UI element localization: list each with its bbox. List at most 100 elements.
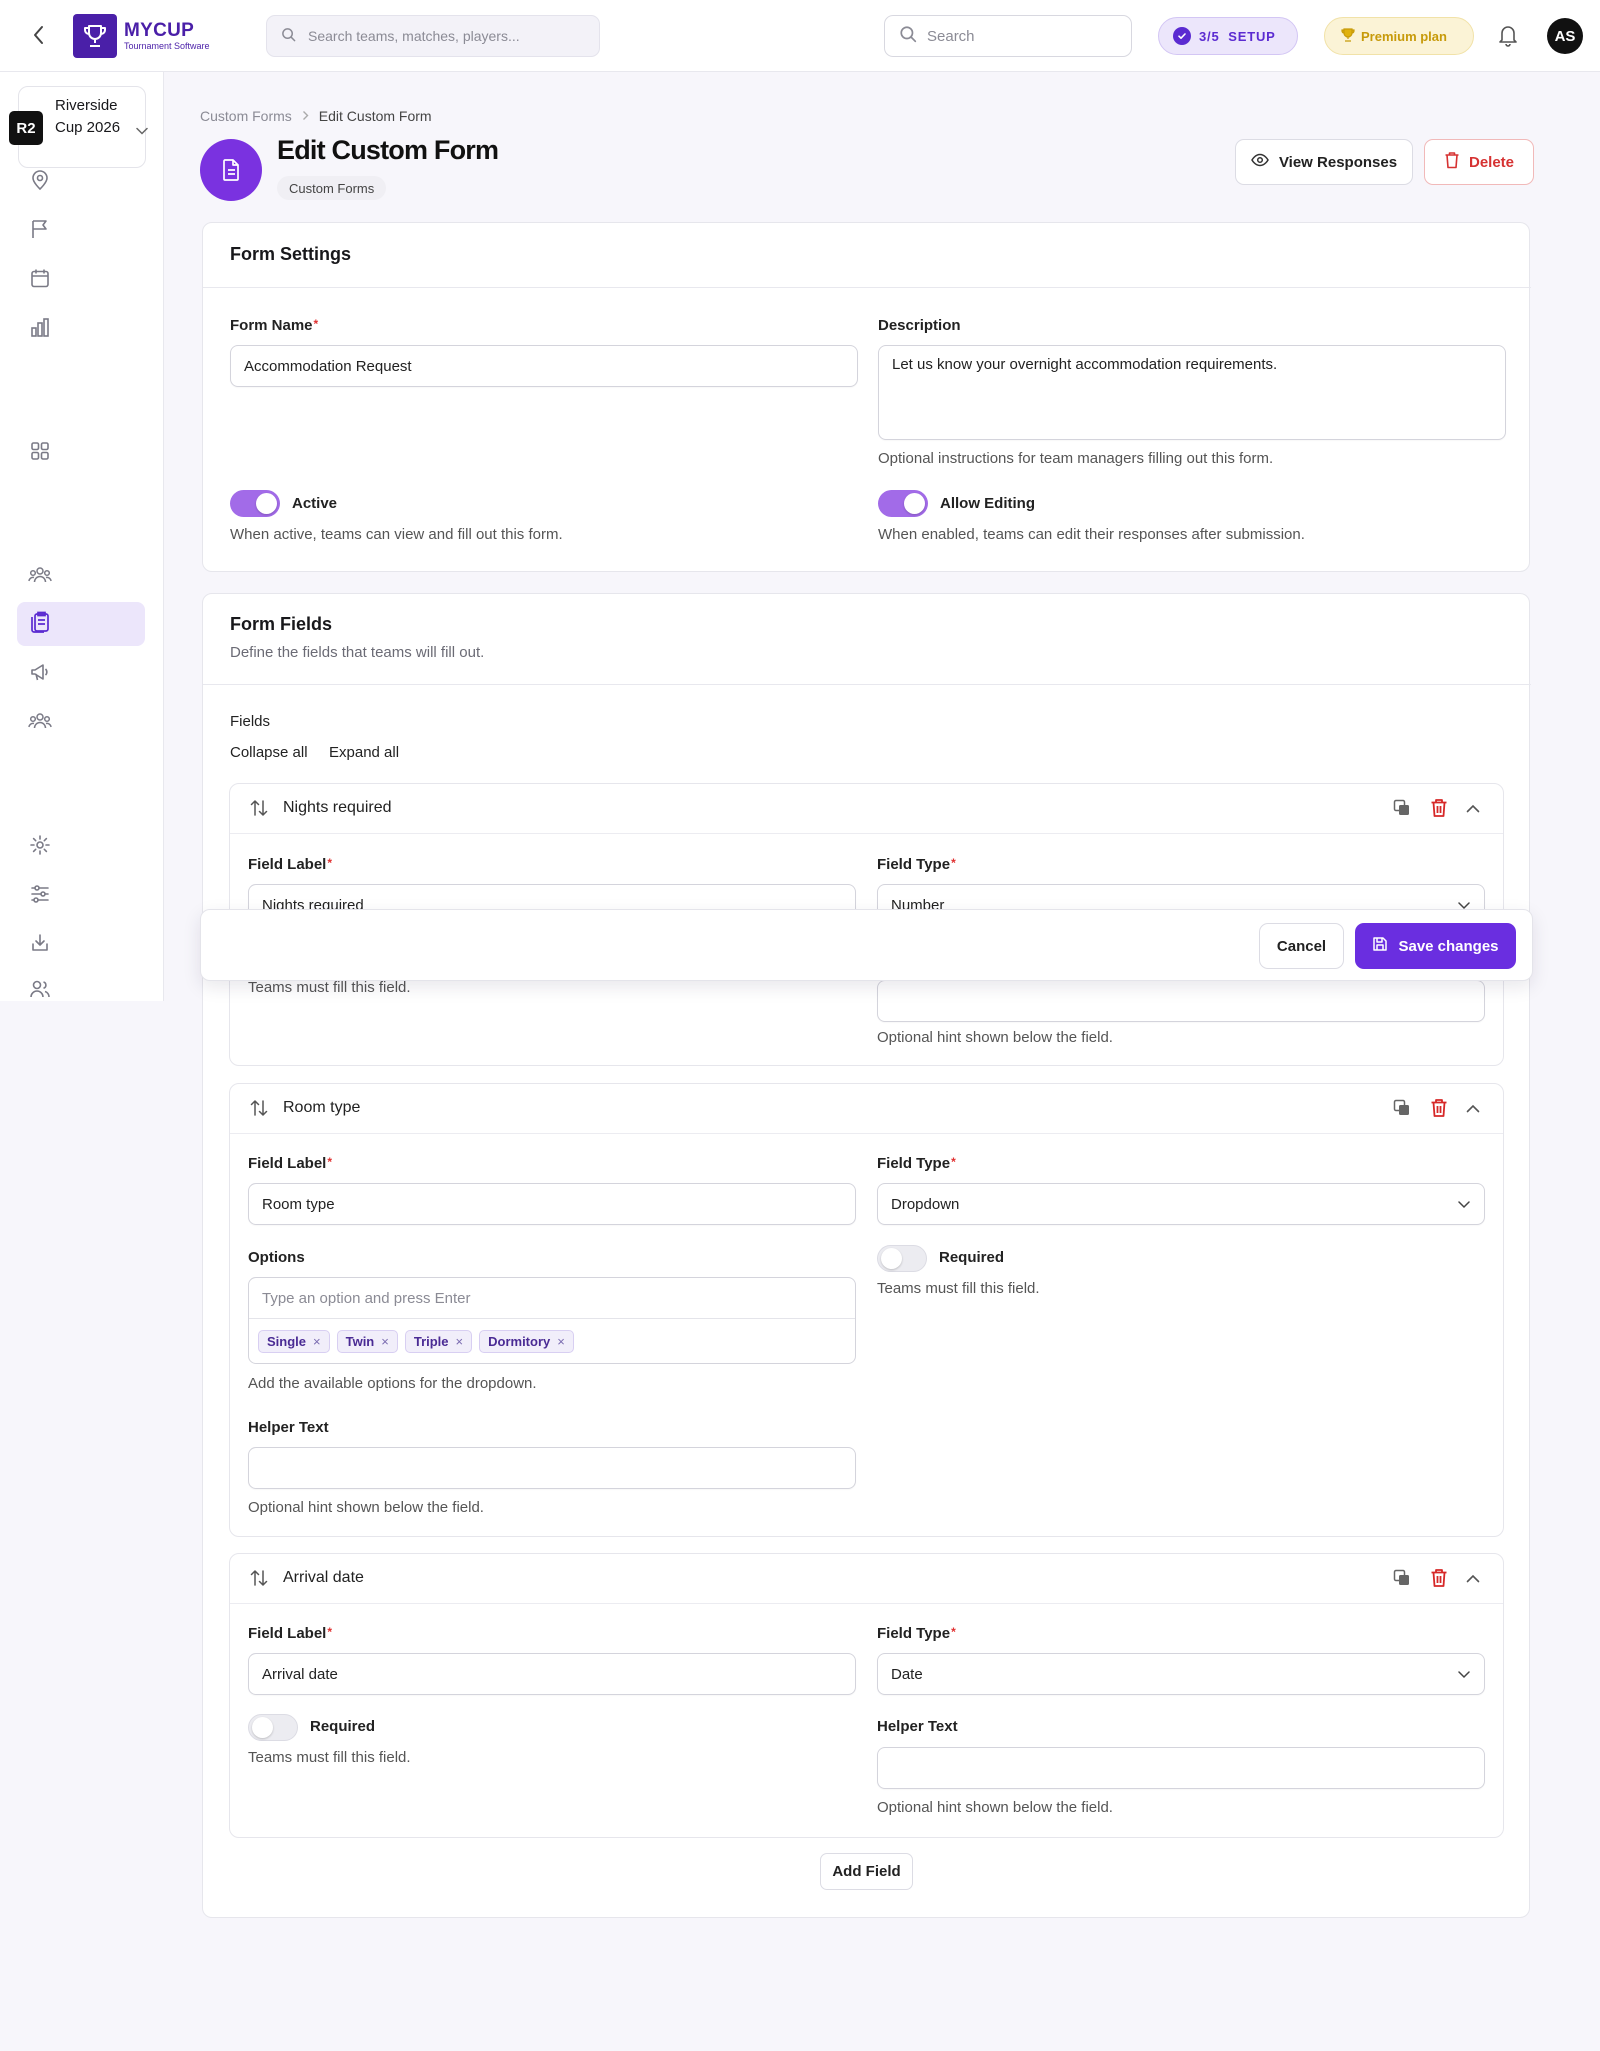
allow-editing-toggle[interactable] <box>878 490 928 517</box>
back-icon[interactable] <box>26 22 52 48</box>
add-field-button[interactable]: Add Field <box>820 1853 913 1890</box>
field-card-room-type: Room type Field Label* Room type Field T… <box>229 1083 1504 1537</box>
reorder-icon[interactable] <box>249 1098 269 1123</box>
field-card-arrival-date: Arrival date Field Label* Arrival date F… <box>229 1553 1504 1838</box>
form-settings-title: Form Settings <box>230 244 352 264</box>
fields-heading: Fields <box>230 713 271 730</box>
premium-plan-button[interactable]: Premium plan <box>1324 17 1474 55</box>
close-icon[interactable]: × <box>456 1334 464 1349</box>
trash-icon[interactable] <box>1430 1098 1448 1123</box>
close-icon[interactable]: × <box>557 1334 565 1349</box>
allow-editing-hint: When enabled, teams can edit their respo… <box>878 526 1305 543</box>
trash-icon[interactable] <box>1430 1568 1448 1593</box>
required-hint: Teams must fill this field. <box>248 979 411 996</box>
teams-icon[interactable] <box>17 557 63 593</box>
field-type-select[interactable]: Dropdown <box>877 1183 1485 1225</box>
close-icon[interactable]: × <box>381 1334 389 1349</box>
field-label-input[interactable]: Room type <box>248 1183 856 1225</box>
required-toggle[interactable] <box>877 1245 927 1272</box>
required-toggle[interactable] <box>248 1714 298 1741</box>
required-label: Required <box>939 1249 1005 1266</box>
search-input[interactable]: Search <box>884 15 1132 57</box>
duplicate-icon[interactable] <box>1393 1569 1411 1592</box>
save-icon <box>1372 936 1388 956</box>
groups-icon[interactable] <box>17 703 63 739</box>
brand-subtitle: Tournament Software <box>124 40 210 51</box>
delete-button[interactable]: Delete <box>1424 139 1534 185</box>
chevron-up-icon[interactable] <box>1466 1100 1480 1118</box>
global-search-input[interactable]: Search teams, matches, players... <box>266 15 600 57</box>
field-label-label: Field Label* <box>248 1625 333 1642</box>
field-type-select[interactable]: Date <box>877 1653 1485 1695</box>
trash-icon[interactable] <box>1430 798 1448 823</box>
logo[interactable]: MYCUP Tournament Software <box>73 14 210 58</box>
close-icon[interactable]: × <box>313 1334 321 1349</box>
helper-text-label: Helper Text <box>248 1419 329 1436</box>
duplicate-icon[interactable] <box>1393 799 1411 822</box>
map-pin-icon[interactable] <box>17 162 63 198</box>
bell-icon[interactable] <box>1497 23 1519 52</box>
duplicate-icon[interactable] <box>1393 1099 1411 1122</box>
form-fields-subtitle: Define the fields that teams will fill o… <box>230 644 485 661</box>
megaphone-icon[interactable] <box>17 654 63 690</box>
users-icon[interactable] <box>17 972 63 1000</box>
options-hint: Add the available options for the dropdo… <box>248 1375 537 1392</box>
reorder-icon[interactable] <box>249 798 269 823</box>
form-name-label: Form Name* <box>230 317 319 334</box>
save-label: Save changes <box>1398 937 1499 955</box>
global-search-placeholder: Search teams, matches, players... <box>308 28 520 44</box>
calendar-icon[interactable] <box>17 260 63 296</box>
download-icon[interactable] <box>17 925 63 961</box>
helper-text-input[interactable] <box>877 1747 1485 1789</box>
save-button[interactable]: Save changes <box>1355 923 1516 969</box>
helper-text-input[interactable] <box>877 980 1485 1022</box>
clipboard-icon <box>29 610 51 639</box>
gear-icon[interactable] <box>17 827 63 863</box>
page-category-chip: Custom Forms <box>277 176 387 200</box>
top-bar: MYCUP Tournament Software Search teams, … <box>0 0 1600 72</box>
view-responses-label: View Responses <box>1278 153 1398 171</box>
active-hint: When active, teams can view and fill out… <box>230 526 563 543</box>
helper-text-input[interactable] <box>248 1447 856 1489</box>
option-tag: Triple × <box>404 1330 473 1353</box>
breadcrumb-parent[interactable]: Custom Forms <box>200 108 292 124</box>
field-title: Arrival date <box>283 1569 364 1586</box>
expand-all-link[interactable]: Expand all <box>329 744 399 761</box>
tournament-selector[interactable]: R2 Riverside Cup 2026 <box>9 86 148 168</box>
cancel-button[interactable]: Cancel <box>1259 923 1344 969</box>
view-responses-button[interactable]: View Responses <box>1235 139 1413 185</box>
options-tag-input: Type an option and press Enter Single × T… <box>248 1277 856 1364</box>
description-hint: Optional instructions for team managers … <box>878 450 1274 467</box>
flag-icon[interactable] <box>17 211 63 247</box>
collapse-all-link[interactable]: Collapse all <box>230 744 308 761</box>
grid-icon[interactable] <box>17 433 63 469</box>
helper-text-label: Helper Text <box>877 1718 958 1735</box>
sidebar: R2 Riverside Cup 2026 <box>0 72 164 1001</box>
field-label-input[interactable]: Arrival date <box>248 1653 856 1695</box>
options-input[interactable]: Type an option and press Enter <box>249 1278 855 1319</box>
setup-progress-button[interactable]: 3/5 SETUP <box>1158 17 1298 55</box>
sidebar-item-custom-forms[interactable] <box>17 602 145 646</box>
chevron-up-icon[interactable] <box>1466 800 1480 818</box>
reorder-icon[interactable] <box>249 1568 269 1593</box>
sliders-icon[interactable] <box>17 876 63 912</box>
check-icon <box>1173 27 1191 45</box>
field-card-header[interactable]: Arrival date <box>230 1554 1503 1604</box>
field-title: Room type <box>283 1099 361 1116</box>
tournament-badge: R2 <box>9 111 43 145</box>
search-icon <box>281 27 296 45</box>
field-label-label: Field Label* <box>248 856 333 873</box>
avatar[interactable]: AS <box>1547 18 1583 54</box>
chevron-up-icon[interactable] <box>1466 1570 1480 1588</box>
form-settings-card: Form Settings Form Name* Accommodation R… <box>202 222 1531 572</box>
page-title: Edit Custom Form <box>277 135 499 165</box>
field-type-label: Field Type* <box>877 1155 956 1172</box>
chevron-down-icon <box>1458 1196 1470 1213</box>
field-card-header[interactable]: Room type <box>230 1084 1503 1134</box>
search-icon <box>899 25 917 47</box>
description-textarea[interactable]: Let us know your overnight accommodation… <box>878 345 1506 440</box>
field-card-header[interactable]: Nights required <box>230 784 1503 834</box>
form-name-input[interactable]: Accommodation Request <box>230 345 858 387</box>
bar-chart-icon[interactable] <box>17 309 63 345</box>
active-toggle[interactable] <box>230 490 280 517</box>
